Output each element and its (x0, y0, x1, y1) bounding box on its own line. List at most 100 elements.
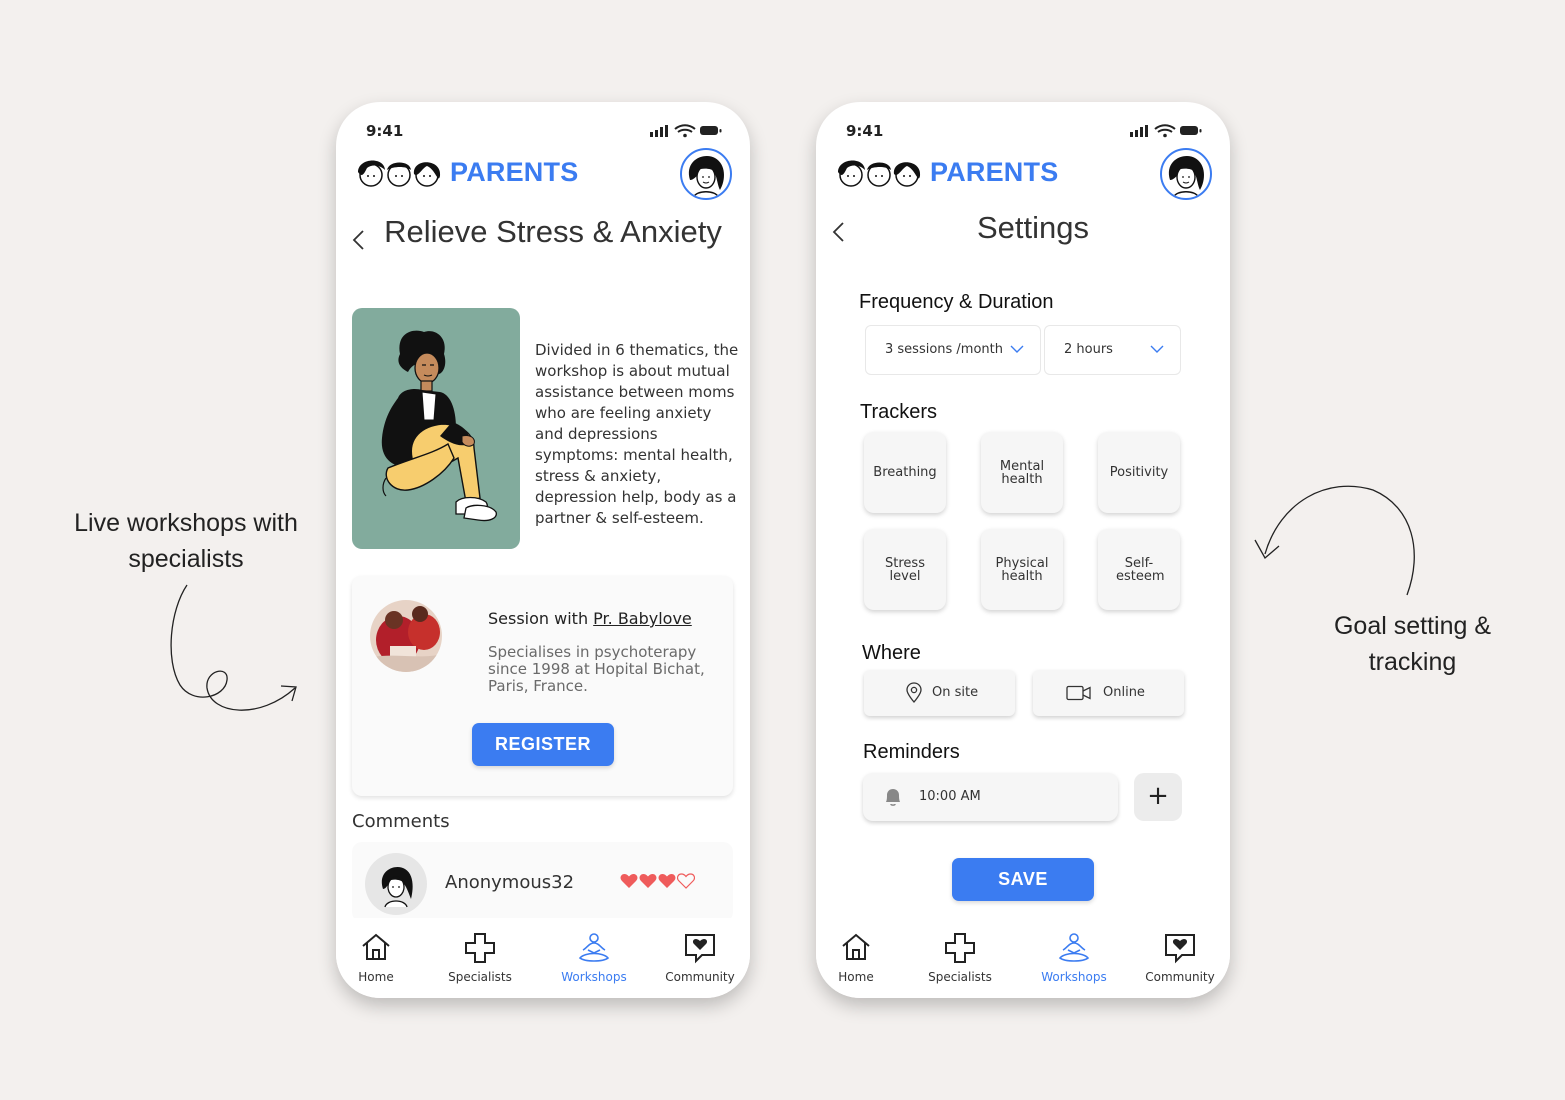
tracker-stress-level[interactable]: Stress level (864, 529, 946, 610)
tab-specialists[interactable]: Specialists (440, 932, 520, 984)
tab-community[interactable]: Community (1140, 932, 1220, 984)
comments-heading: Comments (352, 811, 450, 832)
chevron-down-icon (1150, 345, 1164, 353)
tab-home[interactable]: Home (350, 932, 402, 984)
tracker-label: Self-esteem (1116, 555, 1165, 584)
comment-rating (620, 873, 695, 889)
medical-cross-icon (465, 933, 495, 963)
save-button[interactable]: SAVE (952, 858, 1094, 901)
brand-logo[interactable]: PARENTS (354, 154, 578, 190)
meditation-icon (578, 933, 610, 962)
curved-arrow-right-icon (1254, 485, 1415, 596)
reminders-heading: Reminders (863, 741, 960, 763)
bottom-tab-bar: Home Specialists Workshops Community (816, 918, 1230, 998)
option-online[interactable]: Online (1033, 670, 1184, 716)
tracker-mental-health[interactable]: Mental health (981, 432, 1063, 513)
video-camera-icon (1066, 685, 1091, 701)
phone-workshop-screen: 9:41 PARENTS Relieve Stress & Anxiety Di… (336, 102, 750, 998)
where-heading: Where (862, 642, 921, 664)
specialist-photo (370, 600, 442, 672)
tab-label: Specialists (448, 970, 512, 984)
frequency-dropdown[interactable]: 3 sessions /month (865, 325, 1041, 375)
tab-label: Community (1145, 970, 1215, 984)
avatar-icon (1168, 156, 1205, 198)
workshop-description: Divided in 6 thematics, the workshop is … (535, 341, 739, 527)
seated-woman-illustration (381, 330, 497, 522)
specialist-subtitle: Specialises in psychoterapy since 1998 a… (488, 643, 705, 695)
tab-label: Community (665, 970, 735, 984)
back-arrow-icon[interactable] (830, 220, 848, 244)
page-title: Relieve Stress & Anxiety (384, 214, 722, 249)
profile-avatar-button[interactable] (680, 148, 732, 200)
tracker-label: Breathing (873, 465, 937, 480)
commenter-avatar (365, 853, 427, 915)
reminder-time: 10:00 AM (919, 789, 981, 804)
tab-workshops[interactable]: Workshops (1034, 932, 1114, 984)
frequency-heading: Frequency & Duration (859, 291, 1054, 313)
phone-settings-screen: 9:41 PARENTS Settings Frequency & Durati (816, 102, 1230, 998)
tab-label: Home (358, 970, 394, 984)
tracker-label: Mental health (999, 458, 1045, 487)
frequency-value: 3 sessions /month (885, 342, 1004, 357)
caption-live-workshops: Live workshops with specialists (74, 509, 298, 573)
tab-specialists[interactable]: Specialists (920, 932, 1000, 984)
duration-value: 2 hours (1064, 342, 1113, 357)
heart-filled-icon (658, 874, 676, 888)
chevron-down-icon (1010, 345, 1024, 353)
parents-faces-icon (358, 160, 441, 187)
tracker-self-esteem[interactable]: Self-esteem (1098, 529, 1180, 610)
option-label: Online (1103, 685, 1145, 700)
status-time: 9:41 (846, 122, 884, 140)
chat-heart-icon (685, 934, 715, 964)
status-time: 9:41 (366, 122, 404, 140)
tracker-positivity[interactable]: Positivity (1098, 432, 1180, 513)
comment-author: Anonymous32 (445, 872, 575, 893)
page-title: Settings (976, 210, 1089, 245)
duration-dropdown[interactable]: 2 hours (1044, 325, 1181, 375)
brand-name: PARENTS (450, 156, 579, 187)
bell-icon (886, 789, 900, 806)
comment-item: Anonymous32 (352, 842, 733, 922)
tab-label: Workshops (561, 970, 627, 984)
register-button[interactable]: REGISTER (472, 723, 614, 766)
location-pin-icon (906, 682, 922, 703)
back-arrow-icon[interactable] (350, 228, 368, 252)
home-icon (362, 933, 390, 960)
session-title: Session with Pr. Babylove (488, 609, 692, 628)
trackers-heading: Trackers (860, 401, 938, 423)
bottom-tab-bar: Home Specialists Workshops Community (336, 918, 750, 998)
avatar-icon (688, 156, 725, 198)
tab-label: Specialists (928, 970, 992, 984)
heart-filled-icon (639, 874, 657, 888)
heart-filled-icon (620, 874, 638, 888)
tab-community[interactable]: Community (660, 932, 740, 984)
specialist-link[interactable]: Pr. Babylove (593, 609, 692, 628)
home-icon (842, 933, 870, 960)
tracker-label: Stress level (885, 555, 925, 584)
tracker-label: Positivity (1109, 465, 1169, 480)
reminder-item[interactable]: 10:00 AM (863, 773, 1118, 821)
meditation-icon (1058, 933, 1090, 962)
tab-home[interactable]: Home (830, 932, 882, 984)
status-icons (650, 124, 722, 138)
add-reminder-button[interactable]: + (1134, 773, 1182, 821)
tracker-physical-health[interactable]: Physical health (981, 529, 1063, 610)
session-prefix: Session with (488, 609, 594, 628)
chat-heart-icon (1165, 934, 1195, 964)
tracker-label: Physical health (995, 555, 1049, 584)
option-on-site[interactable]: On site (864, 670, 1015, 716)
tab-label: Workshops (1041, 970, 1107, 984)
heart-outline-icon (677, 873, 695, 889)
tab-workshops[interactable]: Workshops (554, 932, 634, 984)
brand-logo[interactable]: PARENTS (834, 154, 1058, 190)
curved-arrow-left-icon (170, 584, 297, 711)
tracker-breathing[interactable]: Breathing (864, 432, 946, 513)
anonymous-avatar-icon (381, 867, 413, 908)
specialist-photo-image (370, 600, 442, 672)
parents-faces-icon (838, 160, 921, 187)
tab-label: Home (838, 970, 874, 984)
session-card: Session with Pr. Babylove Specialises in… (352, 576, 733, 796)
profile-avatar-button[interactable] (1160, 148, 1212, 200)
option-label: On site (932, 685, 979, 700)
workshop-illustration (352, 308, 520, 549)
